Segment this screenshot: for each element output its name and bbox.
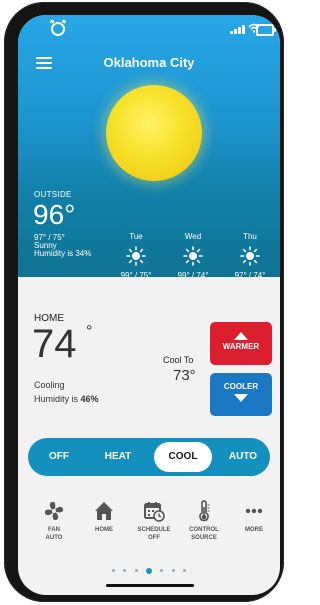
forecast-range: 99° / 74° [177,271,209,280]
mode-heat[interactable]: HEAT [92,438,144,476]
page-dot[interactable] [171,569,175,573]
arrow-up-icon [234,332,248,340]
forecast-day: Tue 99° / 75° [110,232,162,280]
mode-selector: OFF HEAT COOL AUTO [28,438,270,476]
weather-panel: Oklahoma City OUTSIDE 96° 97° / 75° Sunn… [18,15,280,280]
warmer-label: WARMER [222,342,260,351]
fan-mode-value: AUTO [45,535,63,541]
cooler-button[interactable]: COOLER [210,373,272,416]
more-button[interactable]: MORE [229,500,279,534]
mode-auto[interactable]: AUTO [220,438,266,476]
indoor-temp-degree: ° [86,323,93,340]
schedule-label: SCHEDULE [137,527,171,533]
calendar-clock-icon [129,500,179,522]
outside-label: OUTSIDE [34,190,72,199]
forecast-day: Thu 97° / 74° [224,232,276,280]
fan-icon [29,500,79,522]
page-dot[interactable] [183,569,187,573]
signal-icon [230,24,246,34]
home-nav-button[interactable]: HOME [79,500,129,534]
sun-icon [240,246,260,266]
mode-off[interactable]: OFF [36,438,82,476]
fan-label: FAN [48,527,60,533]
forecast-day-label: Wed [184,232,202,241]
cool-to-label: Cool To [163,355,194,365]
control-value: SOURCE [191,535,217,541]
control-label: CONTROL [189,527,219,533]
home-icon [79,500,129,522]
sun-illustration [106,85,202,181]
page-dot[interactable] [111,569,115,573]
battery-icon [256,24,276,36]
alarm-icon [51,22,65,36]
forecast-range: 97° / 74° [234,271,266,280]
page-dot-active[interactable] [146,567,152,574]
schedule-button[interactable]: SCHEDULE OFF [129,500,179,542]
mode-cool[interactable]: COOL [154,442,212,472]
forecast-day-label: Thu [243,232,257,241]
sun-icon [183,246,203,266]
forecast-range: 99° / 75° [120,271,152,280]
indoor-humidity-label: Humidity is [34,394,81,404]
home-indicator-bar[interactable] [106,584,194,587]
control-source-button[interactable]: CONTROL SOURCE [179,500,229,542]
page-dot[interactable] [134,569,138,573]
outside-temp: 96° [33,199,76,230]
status-bar [18,21,280,37]
forecast-day-label: Tue [129,232,143,241]
indoor-humidity: Humidity is 46% [34,394,99,404]
page-dot[interactable] [160,569,164,573]
setpoint-value: 73° [173,367,196,384]
page-indicator[interactable] [18,562,280,574]
indoor-temp: 74 [32,322,77,366]
indoor-humidity-value: 46% [80,394,99,404]
arrow-down-icon [234,394,248,402]
schedule-value: OFF [148,535,160,541]
app-screen: Oklahoma City OUTSIDE 96° 97° / 75° Sunn… [18,15,280,595]
home-nav-label: HOME [95,527,113,533]
cooler-label: COOLER [223,382,259,391]
page-dot[interactable] [123,569,127,573]
fan-auto-button[interactable]: FAN AUTO [29,500,79,542]
more-label: MORE [245,527,263,533]
system-status: Cooling [34,380,65,390]
thermometer-icon [179,500,229,522]
location-title: Oklahoma City [103,55,195,70]
more-dots-icon [229,500,279,522]
phone-frame: Oklahoma City OUTSIDE 96° 97° / 75° Sunn… [4,2,284,602]
warmer-button[interactable]: WARMER [210,322,272,365]
forecast-day: Wed 99° / 74° [167,232,219,280]
sun-icon [126,246,146,266]
outside-humidity: Humidity is 34% [34,249,92,258]
